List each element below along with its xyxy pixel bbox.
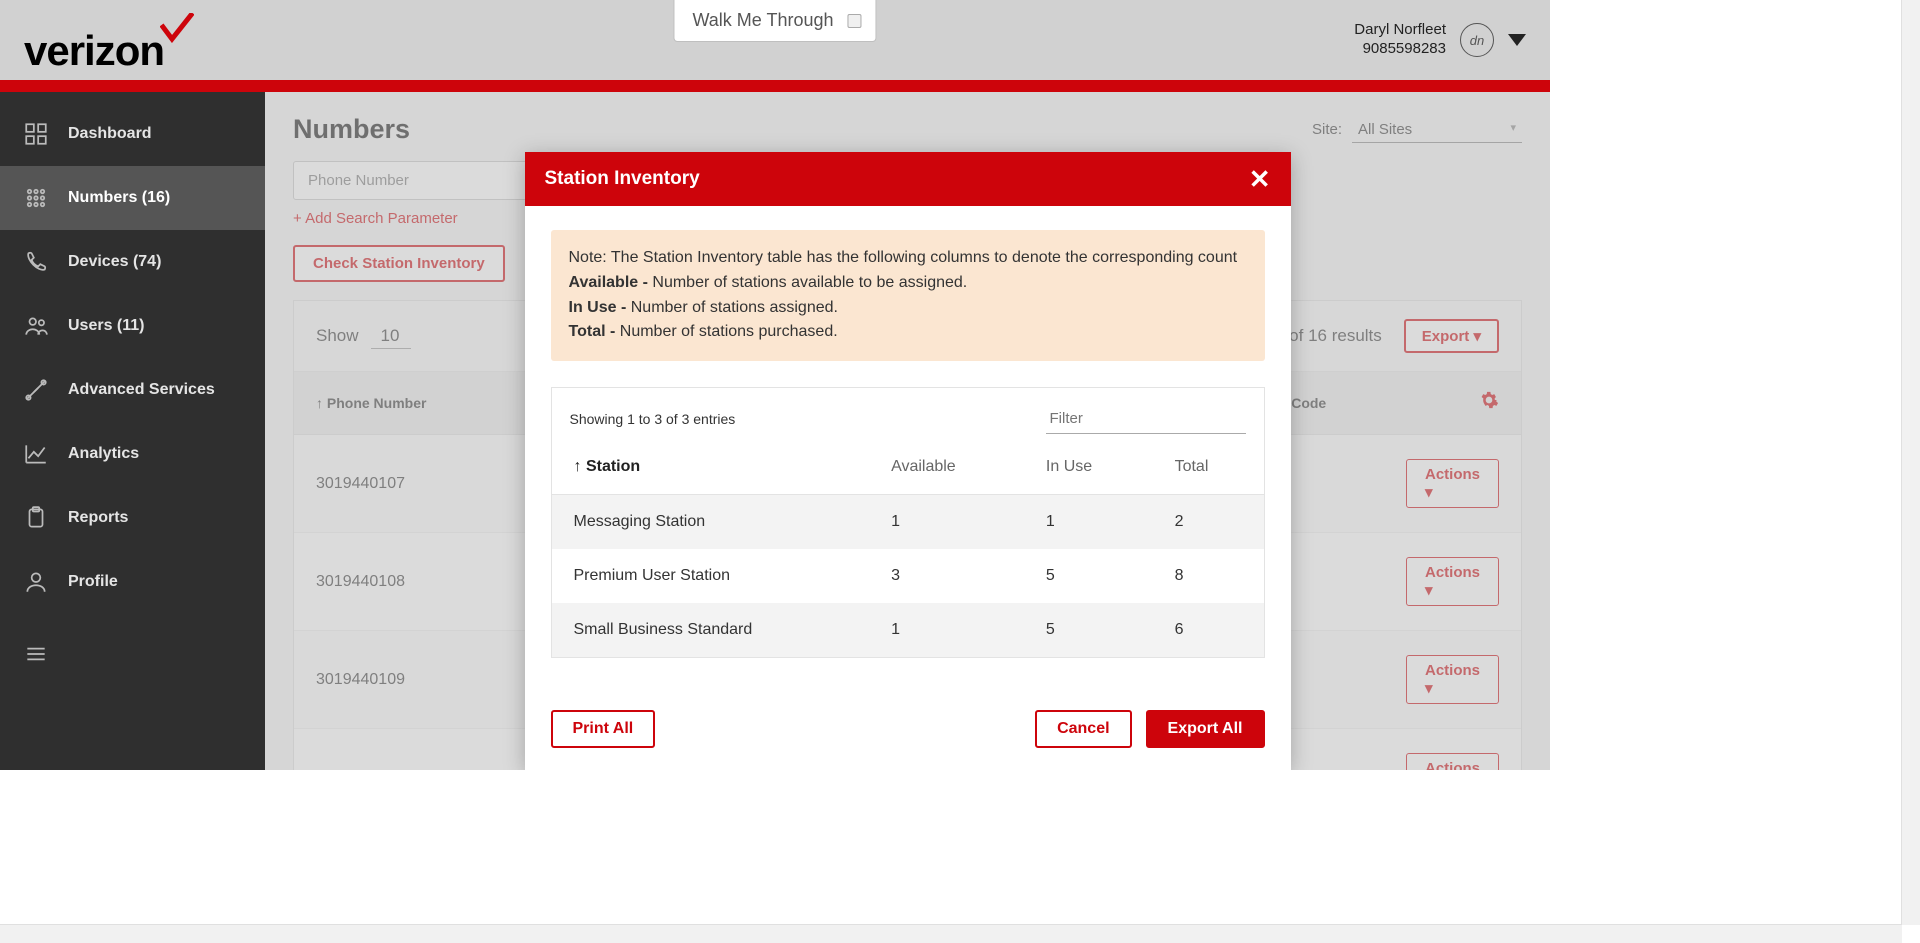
sidebar-item-label: Devices (74) [68, 253, 161, 271]
cell-in-use: 1 [1024, 495, 1153, 550]
users-icon [22, 312, 50, 340]
sidebar-item-users[interactable]: Users (11) [0, 294, 265, 358]
cell-available: 1 [869, 603, 1024, 657]
info-note: Note: The Station Inventory table has th… [551, 230, 1265, 361]
inventory-filter-input[interactable] [1046, 404, 1246, 434]
user-info: Daryl Norfleet 9085598283 [1354, 21, 1446, 59]
cell-total: 6 [1153, 603, 1264, 657]
tools-icon [22, 376, 50, 404]
brand-text: verizon [24, 27, 164, 75]
modal-overlay: Station Inventory ✕ Note: The Station In… [265, 92, 1550, 770]
walk-me-through-dropdown[interactable]: Walk Me Through ⌄ [673, 0, 876, 42]
avatar: dn [1460, 23, 1494, 57]
sidebar-item-numbers[interactable]: Numbers (16) [0, 166, 265, 230]
cell-station: Small Business Standard [552, 603, 870, 657]
grid-icon [22, 120, 50, 148]
sidebar: Dashboard Numbers (16) Devices (74) User… [0, 92, 265, 770]
col-total[interactable]: Total [1153, 440, 1264, 495]
sidebar-item-label: Profile [68, 573, 118, 591]
note-total-label: Total - [569, 323, 616, 340]
cell-in-use: 5 [1024, 603, 1153, 657]
note-inuse-label: In Use - [569, 299, 627, 316]
person-icon [22, 568, 50, 596]
sidebar-item-advanced-services[interactable]: Advanced Services [0, 358, 265, 422]
inventory-panel: Showing 1 to 3 of 3 entries Station Avai… [551, 387, 1265, 658]
modal-title: Station Inventory [545, 168, 700, 190]
user-id: 9085598283 [1354, 40, 1446, 59]
note-total-text: Number of stations purchased. [620, 323, 838, 340]
inventory-row: Messaging Station 1 1 2 [552, 495, 1264, 550]
export-all-button[interactable]: Export All [1146, 710, 1265, 748]
inventory-entries-summary: Showing 1 to 3 of 3 entries [570, 411, 736, 427]
modal-footer: Print All Cancel Export All [525, 696, 1291, 770]
sidebar-item-devices[interactable]: Devices (74) [0, 230, 265, 294]
walk-me-label: Walk Me Through [692, 10, 833, 30]
caret-down-icon [1508, 34, 1526, 46]
col-available[interactable]: Available [869, 440, 1024, 495]
chart-icon [22, 440, 50, 468]
cell-in-use: 5 [1024, 549, 1153, 603]
clipboard-icon [22, 504, 50, 532]
note-intro: Note: The Station Inventory table has th… [569, 246, 1247, 271]
phone-icon [22, 248, 50, 276]
col-station[interactable]: Station [552, 440, 870, 495]
cell-station: Premium User Station [552, 549, 870, 603]
inventory-table: Station Available In Use Total Messaging… [552, 440, 1264, 657]
sidebar-item-label: Reports [68, 509, 128, 527]
cell-total: 8 [1153, 549, 1264, 603]
cell-station: Messaging Station [552, 495, 870, 550]
cell-total: 2 [1153, 495, 1264, 550]
main-content: Numbers Site: All Sites Phone Number + A… [265, 92, 1550, 770]
red-ribbon [0, 80, 1550, 92]
sidebar-item-reports[interactable]: Reports [0, 486, 265, 550]
note-inuse-text: Number of stations assigned. [631, 299, 838, 316]
sidebar-item-label: Analytics [68, 445, 139, 463]
close-icon[interactable]: ✕ [1249, 166, 1271, 192]
chevron-down-icon: ⌄ [852, 12, 864, 29]
sidebar-item-analytics[interactable]: Analytics [0, 422, 265, 486]
user-menu[interactable]: Daryl Norfleet 9085598283 dn [1354, 21, 1526, 59]
sidebar-item-label: Dashboard [68, 125, 152, 143]
sidebar-collapse-toggle[interactable] [0, 614, 265, 686]
print-all-button[interactable]: Print All [551, 710, 656, 748]
note-available-text: Number of stations available to be assig… [652, 274, 967, 291]
sidebar-item-dashboard[interactable]: Dashboard [0, 102, 265, 166]
station-inventory-modal: Station Inventory ✕ Note: The Station In… [525, 152, 1291, 770]
col-in-use[interactable]: In Use [1024, 440, 1153, 495]
note-available-label: Available - [569, 274, 648, 291]
modal-header: Station Inventory ✕ [525, 152, 1291, 206]
sidebar-item-profile[interactable]: Profile [0, 550, 265, 614]
brand-checkmark-icon [160, 5, 194, 53]
top-header: verizon Walk Me Through ⌄ Daryl Norfleet… [0, 0, 1550, 80]
menu-icon [22, 640, 50, 668]
cell-available: 3 [869, 549, 1024, 603]
sidebar-item-label: Users (11) [68, 317, 145, 335]
sidebar-item-label: Numbers (16) [68, 189, 170, 207]
dialpad-icon [22, 184, 50, 212]
brand-logo: verizon [24, 5, 194, 75]
user-name: Daryl Norfleet [1354, 21, 1446, 40]
cancel-button[interactable]: Cancel [1035, 710, 1131, 748]
inventory-row: Small Business Standard 1 5 6 [552, 603, 1264, 657]
inventory-row: Premium User Station 3 5 8 [552, 549, 1264, 603]
sidebar-item-label: Advanced Services [68, 381, 215, 399]
cell-available: 1 [869, 495, 1024, 550]
